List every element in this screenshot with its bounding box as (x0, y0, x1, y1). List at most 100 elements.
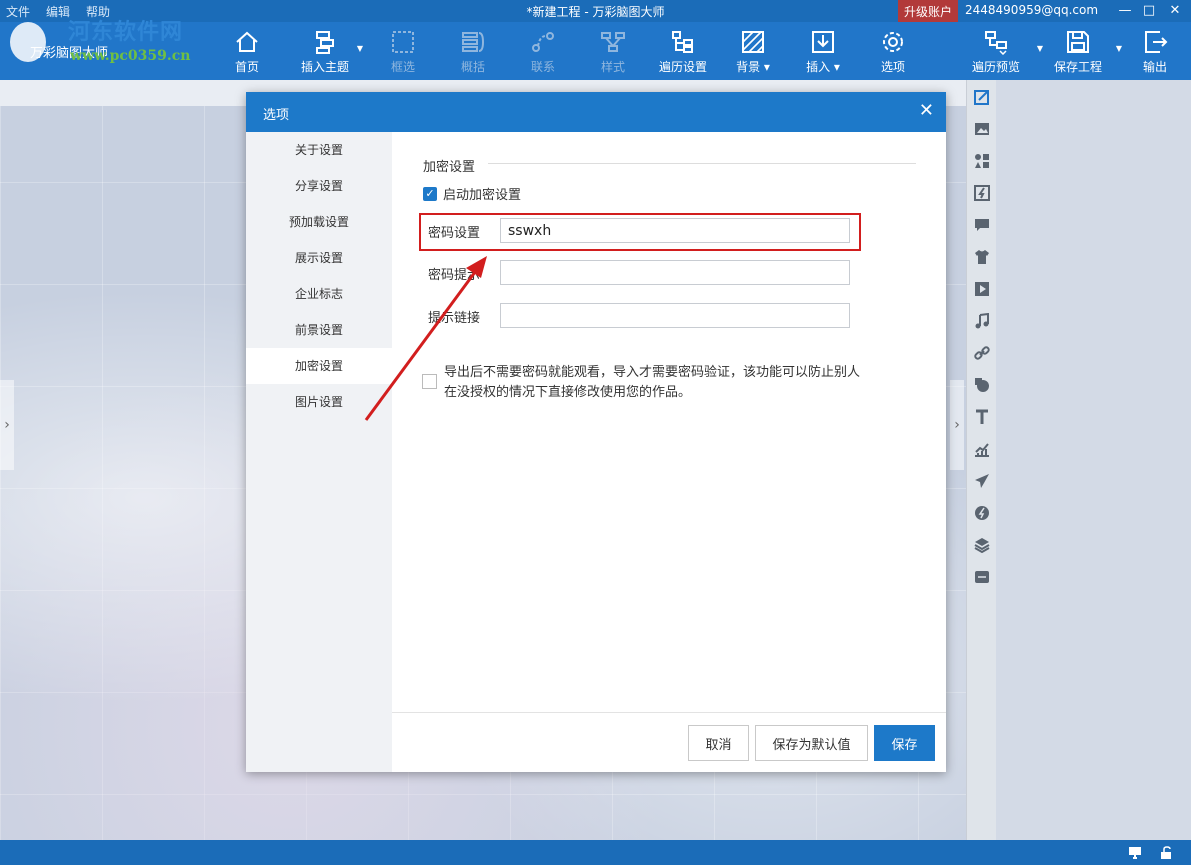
flash-icon[interactable] (973, 184, 991, 202)
right-tool-panel (966, 80, 996, 840)
password-input[interactable] (500, 218, 850, 243)
dialog-close-icon[interactable]: ✕ (919, 101, 934, 121)
insert-label: 插入 ▾ (806, 60, 840, 74)
dialog-footer: 取消 保存为默认值 保存 (392, 712, 946, 772)
traverse-settings-label: 遍历设置 (658, 60, 707, 74)
style-button[interactable]: 样式 (578, 28, 648, 75)
options-button[interactable]: 选项 (858, 28, 928, 75)
password-hint-label: 密码提示 (428, 268, 481, 283)
summary-button[interactable]: 概括 (438, 28, 508, 75)
export-button[interactable]: 输出 (1120, 28, 1190, 75)
insert-topic-button[interactable]: 插入主题 ▼ (285, 28, 365, 75)
export-label: 输出 (1142, 60, 1167, 74)
export-icon (1120, 28, 1190, 56)
nav-display-settings[interactable]: 展示设置 (246, 240, 392, 276)
relation-label: 联系 (530, 60, 555, 74)
options-dialog: 选项 ✕ 关于设置 分享设置 预加载设置 展示设置 企业标志 前景设置 加密设置… (246, 92, 946, 772)
nav-image-settings[interactable]: 图片设置 (246, 384, 392, 420)
insert-button[interactable]: 插入 ▾ (788, 28, 858, 75)
shirt-icon[interactable] (973, 248, 991, 266)
main-toolbar: 河东软件网 万彩脑图大师 www.pc0359.cn 首页 插入主题 ▼ 框选 … (0, 20, 1191, 80)
text-icon[interactable] (973, 408, 991, 426)
hint-link-input[interactable] (500, 303, 850, 328)
enable-encryption-row[interactable]: ✓ 启动加密设置 (423, 184, 521, 203)
layers-icon[interactable] (973, 536, 991, 554)
status-bar (0, 840, 1191, 865)
save-project-button[interactable]: 保存工程 ▼ (1040, 28, 1122, 75)
enable-encryption-label: 启动加密设置 (443, 188, 522, 203)
traverse-preview-icon (955, 28, 1037, 56)
nav-share-settings[interactable]: 分享设置 (246, 168, 392, 204)
video-icon[interactable] (973, 280, 991, 298)
section-divider (488, 163, 916, 164)
unlock-icon[interactable] (1160, 846, 1174, 863)
section-title: 加密设置 (423, 160, 476, 175)
traverse-preview-button[interactable]: 遍历预览 ▼ (955, 28, 1043, 75)
account-email[interactable]: 2448490959@qq.com (965, 3, 1098, 17)
nav-preload-settings[interactable]: 预加载设置 (246, 204, 392, 240)
save-button[interactable]: 保存 (874, 725, 935, 761)
summary-label: 概括 (460, 60, 485, 74)
relation-icon (508, 28, 578, 56)
window-close-button[interactable]: ✕ (1164, 1, 1186, 21)
minimize-button[interactable]: — (1114, 1, 1136, 21)
property-panel (996, 80, 1191, 840)
summary-icon (438, 28, 508, 56)
archive-icon[interactable] (973, 568, 991, 586)
frame-select-icon (368, 28, 438, 56)
background-label: 背景 ▾ (736, 60, 770, 74)
traverse-preview-label: 遍历预览 (971, 60, 1020, 74)
edit-icon[interactable] (973, 88, 991, 106)
music-icon[interactable] (973, 312, 991, 330)
insert-topic-icon (285, 28, 365, 56)
select-label: 框选 (390, 60, 415, 74)
cancel-button[interactable]: 取消 (688, 725, 749, 761)
home-icon (212, 28, 282, 56)
background-icon (718, 28, 788, 56)
insert-download-icon (788, 28, 858, 56)
chevron-left-icon[interactable]: › (0, 380, 14, 470)
nav-encryption-settings[interactable]: 加密设置 (246, 348, 392, 384)
tree-settings-icon (648, 28, 718, 56)
home-label: 首页 (234, 60, 259, 74)
nav-about-settings[interactable]: 关于设置 (246, 132, 392, 168)
watermark-site: www.pc0359.cn (70, 48, 191, 64)
upgrade-account-button[interactable]: 升级账户 (898, 0, 959, 22)
chevron-down-icon: ▼ (356, 44, 363, 53)
save-icon (1040, 28, 1116, 56)
encryption-settings-panel: 加密设置 ✓ 启动加密设置 密码设置 密码提示 提示链接 导出后不需要密码就能观… (392, 132, 946, 772)
link-icon[interactable] (973, 344, 991, 362)
export-note-text: 导出后不需要密码就能观看，导入才需要密码验证，该功能可以防止别人在没授权的情况下… (444, 365, 861, 400)
comment-icon[interactable] (973, 216, 991, 234)
chevron-right-icon[interactable]: › (950, 380, 964, 470)
airplane-icon[interactable] (973, 472, 991, 490)
style-label: 样式 (600, 60, 625, 74)
enable-encryption-checkbox[interactable]: ✓ (423, 186, 437, 201)
hint-link-label: 提示链接 (428, 311, 481, 326)
insert-topic-label: 插入主题 (300, 60, 349, 74)
background-button[interactable]: 背景 ▾ (718, 28, 788, 75)
password-label: 密码设置 (428, 226, 481, 241)
maximize-button[interactable]: □ (1138, 1, 1160, 21)
select-button[interactable]: 框选 (368, 28, 438, 75)
export-no-password-checkbox[interactable] (422, 374, 437, 389)
save-project-label: 保存工程 (1053, 60, 1102, 74)
app-logo: 河东软件网 万彩脑图大师 www.pc0359.cn (8, 20, 218, 80)
shapes-icon[interactable] (973, 152, 991, 170)
flash-circle-icon[interactable] (973, 504, 991, 522)
chart-icon[interactable] (973, 440, 991, 458)
nav-foreground-settings[interactable]: 前景设置 (246, 312, 392, 348)
sticker-icon[interactable] (973, 376, 991, 394)
gear-icon (858, 28, 928, 56)
nav-company-logo[interactable]: 企业标志 (246, 276, 392, 312)
save-default-button[interactable]: 保存为默认值 (755, 725, 868, 761)
password-hint-input[interactable] (500, 260, 850, 285)
dialog-title: 选项 (263, 108, 290, 123)
dialog-header: 选项 ✕ (246, 92, 946, 132)
home-button[interactable]: 首页 (212, 28, 282, 75)
image-icon[interactable] (973, 120, 991, 138)
monitor-icon[interactable] (1128, 846, 1142, 863)
options-label: 选项 (880, 60, 905, 74)
traverse-settings-button[interactable]: 遍历设置 (648, 28, 718, 75)
relation-button[interactable]: 联系 (508, 28, 578, 75)
